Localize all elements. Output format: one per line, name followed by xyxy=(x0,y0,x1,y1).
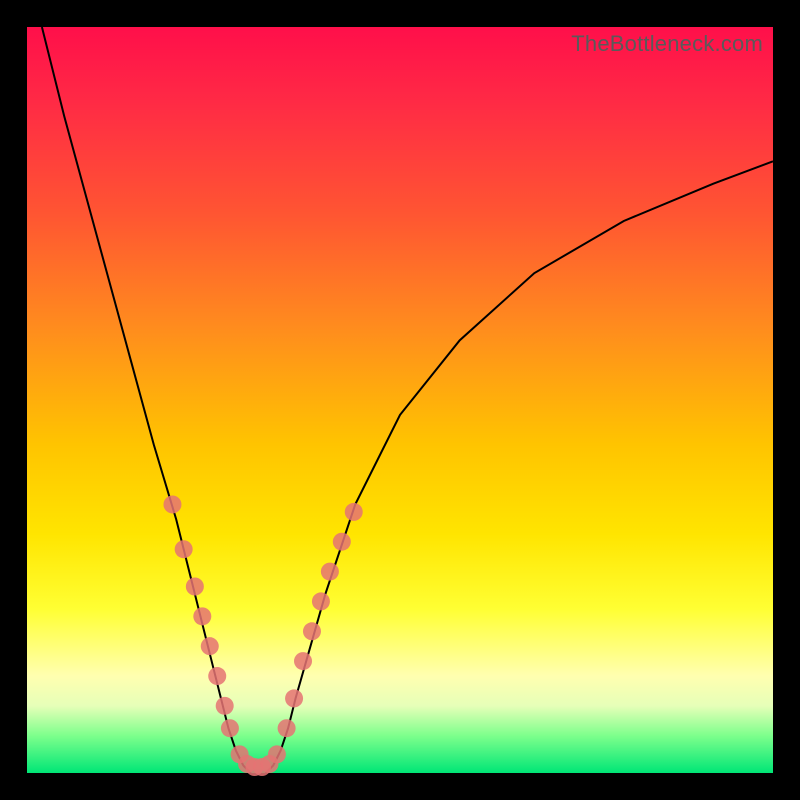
highlight-dot xyxy=(285,689,303,707)
highlight-dot xyxy=(193,607,211,625)
highlight-dot xyxy=(163,495,181,513)
curve-left-branch xyxy=(42,27,251,773)
highlight-dot xyxy=(201,637,219,655)
highlight-dot xyxy=(186,578,204,596)
curve-right-branch xyxy=(266,161,773,773)
highlight-dot xyxy=(208,667,226,685)
highlight-dot xyxy=(303,622,321,640)
highlight-dot xyxy=(175,540,193,558)
highlight-dot xyxy=(312,592,330,610)
highlight-dots-right xyxy=(278,503,363,737)
highlight-dot xyxy=(278,719,296,737)
highlight-dot xyxy=(333,533,351,551)
highlight-dot xyxy=(345,503,363,521)
highlight-dot xyxy=(221,719,239,737)
highlight-dots-bottom xyxy=(231,745,286,776)
plot-area: TheBottleneck.com xyxy=(27,27,773,773)
highlight-dots-left xyxy=(163,495,238,737)
highlight-dot xyxy=(321,563,339,581)
highlight-dot xyxy=(268,745,286,763)
highlight-dot xyxy=(294,652,312,670)
highlight-dot xyxy=(216,697,234,715)
chart-stage: TheBottleneck.com xyxy=(0,0,800,800)
chart-svg xyxy=(27,27,773,773)
